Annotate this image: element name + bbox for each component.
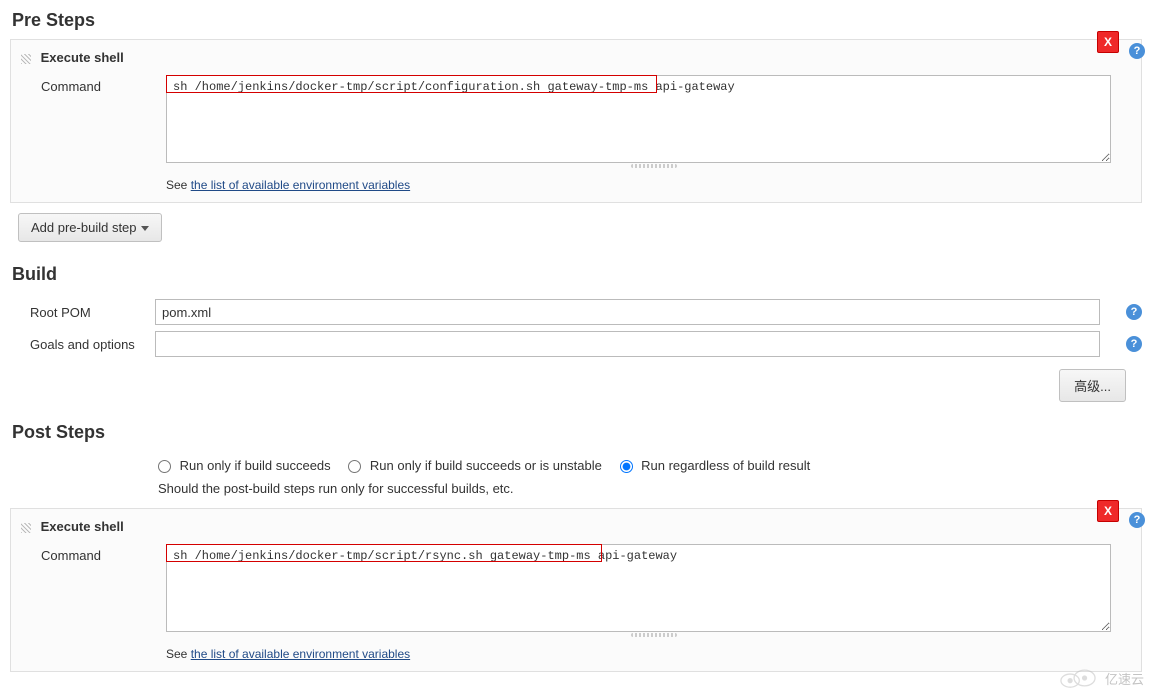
delete-button[interactable]: X bbox=[1097, 500, 1119, 522]
add-pre-build-step-button[interactable]: Add pre-build step bbox=[18, 213, 162, 242]
delete-button[interactable]: X bbox=[1097, 31, 1119, 53]
resize-handle-icon[interactable] bbox=[631, 164, 677, 168]
help-icon[interactable]: ? bbox=[1129, 43, 1145, 59]
post-steps-heading: Post Steps bbox=[0, 412, 1152, 451]
step-title: Execute shell bbox=[41, 50, 124, 65]
pre-steps-heading: Pre Steps bbox=[0, 0, 1152, 39]
see-env-vars-text: See the list of available environment va… bbox=[166, 174, 410, 192]
drag-handle-icon[interactable] bbox=[21, 523, 31, 533]
step-title: Execute shell bbox=[41, 519, 124, 534]
radio-unstable[interactable]: Run only if build succeeds or is unstabl… bbox=[348, 458, 602, 473]
pre-step-execute-shell: X ? Execute shell Command See the list o… bbox=[10, 39, 1142, 203]
help-icon[interactable]: ? bbox=[1126, 336, 1142, 352]
post-step-execute-shell: X ? Execute shell Command See the list o… bbox=[10, 508, 1142, 672]
post-steps-run-condition: Run only if build succeeds Run only if b… bbox=[0, 451, 1152, 477]
env-vars-link[interactable]: the list of available environment variab… bbox=[191, 647, 410, 661]
step-header[interactable]: Execute shell bbox=[21, 519, 1131, 534]
root-pom-input[interactable] bbox=[155, 299, 1100, 325]
post-steps-hint: Should the post-build steps run only for… bbox=[0, 477, 1152, 508]
build-heading: Build bbox=[0, 254, 1152, 293]
command-textarea[interactable] bbox=[166, 544, 1111, 632]
goals-input[interactable] bbox=[155, 331, 1100, 357]
advanced-button[interactable]: 高级... bbox=[1059, 369, 1126, 402]
radio-succeeds[interactable]: Run only if build succeeds bbox=[158, 458, 331, 473]
drag-handle-icon[interactable] bbox=[21, 54, 31, 64]
caret-down-icon bbox=[141, 226, 149, 231]
command-label: Command bbox=[21, 75, 166, 94]
watermark: 亿速云 bbox=[1057, 667, 1144, 689]
root-pom-label: Root POM bbox=[10, 305, 155, 320]
help-icon[interactable]: ? bbox=[1126, 304, 1142, 320]
see-env-vars-text: See the list of available environment va… bbox=[166, 643, 410, 661]
resize-handle-icon[interactable] bbox=[631, 633, 677, 637]
goals-label: Goals and options bbox=[10, 337, 155, 352]
radio-regardless[interactable]: Run regardless of build result bbox=[620, 458, 811, 473]
command-label: Command bbox=[21, 544, 166, 563]
help-icon[interactable]: ? bbox=[1129, 512, 1145, 528]
env-vars-link[interactable]: the list of available environment variab… bbox=[191, 178, 410, 192]
step-header[interactable]: Execute shell bbox=[21, 50, 1131, 65]
command-textarea[interactable] bbox=[166, 75, 1111, 163]
